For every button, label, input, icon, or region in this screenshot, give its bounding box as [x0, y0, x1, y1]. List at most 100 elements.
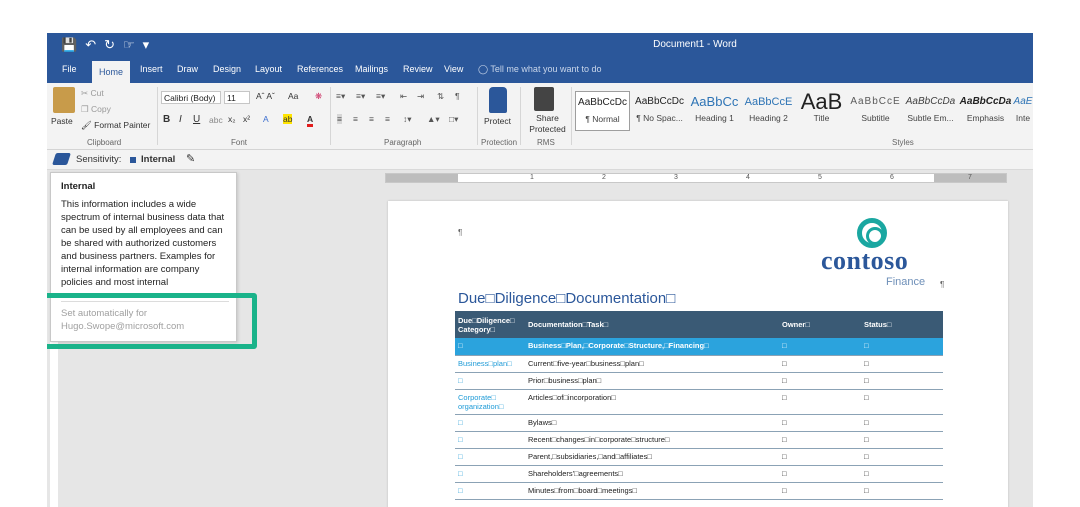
sensitivity-bar: Sensitivity: Internal ✎: [47, 150, 1033, 170]
style-intense[interactable]: AaE Inte: [1013, 91, 1033, 131]
superscript-button[interactable]: x²: [243, 114, 250, 124]
sensitivity-value[interactable]: Internal: [141, 154, 175, 165]
style-normal[interactable]: AaBbCcDc ¶ Normal: [575, 91, 630, 131]
tab-view[interactable]: View: [444, 64, 463, 74]
paste-icon[interactable]: [53, 87, 75, 113]
paragraph-mark: ¶: [940, 280, 945, 289]
tab-home[interactable]: Home: [92, 61, 131, 83]
table-row: □ Parent,□subsidiaries,□and□affiliates□ …: [455, 448, 943, 466]
strikethrough-button[interactable]: abc: [209, 115, 223, 125]
style-preview: AaE: [1013, 96, 1033, 107]
share-protected-button[interactable]: Share Protected: [525, 113, 570, 135]
copy-button[interactable]: ❐ Copy: [81, 104, 111, 115]
protect-button[interactable]: Protect: [484, 116, 511, 126]
tab-review[interactable]: Review: [403, 64, 433, 74]
line-spacing-icon[interactable]: ↕▾: [403, 114, 412, 125]
protect-lock-icon[interactable]: [489, 87, 507, 113]
cell-owner: □: [779, 482, 861, 500]
clear-formatting-icon[interactable]: ❋: [315, 91, 322, 102]
edit-label-icon[interactable]: ✎: [186, 152, 195, 165]
justify-icon[interactable]: ≡: [385, 114, 390, 124]
tab-insert[interactable]: Insert: [140, 64, 163, 74]
horizontal-ruler[interactable]: 1 2 3 4 5 6 7: [385, 173, 1007, 183]
tooltip-title: Internal: [61, 181, 96, 192]
bullets-icon[interactable]: ≡▾: [336, 91, 345, 102]
tab-layout[interactable]: Layout: [255, 64, 282, 74]
font-group-label: Font: [231, 138, 248, 147]
cell-status: □: [861, 482, 943, 500]
document-heading: Due□Diligence□Documentation□: [458, 290, 676, 307]
style-preview: AaBbCc: [690, 94, 739, 109]
paste-button[interactable]: Paste: [51, 116, 73, 126]
increase-indent-icon[interactable]: ⇥: [417, 91, 424, 102]
style-emphasis[interactable]: AaBbCcDa Emphasis: [958, 91, 1013, 131]
cell-owner: □: [779, 338, 861, 356]
shading-icon[interactable]: ▲▾: [427, 114, 440, 125]
bold-button[interactable]: B: [163, 114, 170, 125]
sort-icon[interactable]: ⇅: [437, 91, 444, 102]
cell-status: □: [861, 372, 943, 390]
numbering-icon[interactable]: ≡▾: [356, 91, 365, 102]
tab-mailings[interactable]: Mailings: [355, 64, 388, 74]
copy-label: Copy: [90, 104, 111, 114]
cell-owner: □: [779, 372, 861, 390]
divider: [520, 87, 521, 145]
borders-icon[interactable]: □▾: [449, 114, 458, 125]
cell-category: □: [455, 482, 525, 500]
cell-category: □: [455, 431, 525, 449]
tab-design[interactable]: Design: [213, 64, 241, 74]
share-protected-icon[interactable]: [534, 87, 554, 111]
style-heading-1[interactable]: AaBbCc Heading 1: [687, 91, 742, 131]
style-heading-2[interactable]: AaBbCcE Heading 2: [741, 91, 796, 131]
cell-task: Business□Plan,□Corporate□Structure,□Fina…: [525, 338, 779, 356]
italic-button[interactable]: I: [179, 114, 182, 125]
multilevel-list-icon[interactable]: ≡▾: [376, 91, 385, 102]
align-center-icon[interactable]: ≡: [353, 114, 358, 124]
style-preview: AaBbCcDa: [905, 96, 956, 107]
cut-button[interactable]: ✂ Cut: [81, 88, 104, 99]
table-row: Corporate□ organization□ Articles□of□inc…: [455, 389, 943, 415]
subscript-button[interactable]: x₂: [228, 114, 236, 124]
tab-draw[interactable]: Draw: [177, 64, 198, 74]
cell-task: Parent,□subsidiaries,□and□affiliates□: [525, 448, 779, 466]
rms-group-label: RMS: [537, 138, 555, 147]
cell-task: Bylaws□: [525, 414, 779, 432]
format-painter-button[interactable]: 🖌 Format Painter: [81, 120, 150, 131]
table-row: □ Bylaws□ □ □: [455, 414, 943, 432]
document-page[interactable]: ¶ contoso Finance ¶ Due□Diligence□Docume…: [388, 201, 1008, 507]
decrease-indent-icon[interactable]: ⇤: [400, 91, 407, 102]
change-case-button[interactable]: Aa: [288, 91, 298, 101]
align-right-icon[interactable]: ≡: [369, 114, 374, 124]
tab-references[interactable]: References: [297, 64, 343, 74]
tell-me-box[interactable]: ◯ Tell me what you want to do: [478, 64, 601, 75]
cell-category: □: [455, 372, 525, 390]
tooltip-description: This information includes a wide spectru…: [61, 199, 225, 288]
ruler-mark: 3: [674, 174, 678, 181]
paragraph-mark: ¶: [458, 228, 463, 237]
style-name: Subtitle: [861, 113, 890, 123]
grow-font-icon[interactable]: Aˆ Aˇ: [256, 91, 275, 101]
table-row: □ Shareholders'□agreements□ □ □: [455, 465, 943, 483]
show-formatting-icon[interactable]: ¶: [455, 91, 460, 101]
cell-status: □: [861, 465, 943, 483]
font-size-select[interactable]: 11: [224, 91, 250, 104]
style-name: Heading 1: [695, 113, 734, 123]
font-name-select[interactable]: Calibri (Body): [161, 91, 221, 104]
cell-owner: □: [779, 414, 861, 432]
style-subtitle[interactable]: AaBbCcE Subtitle: [848, 91, 903, 131]
cut-label: Cut: [90, 88, 104, 98]
underline-button[interactable]: U: [193, 114, 200, 125]
cell-category: Business□plan□: [455, 355, 525, 373]
align-left-icon[interactable]: ≡: [337, 114, 342, 124]
text-effects-icon[interactable]: A: [263, 114, 269, 124]
highlight-color-icon[interactable]: ab: [283, 114, 293, 124]
style-preview: AaBbCcDc: [578, 97, 627, 108]
style-title[interactable]: AaB Title: [794, 91, 849, 131]
divider: [330, 87, 331, 145]
label-color-swatch: [130, 157, 136, 163]
tab-file[interactable]: File: [62, 64, 77, 74]
style-no-spacing[interactable]: AaBbCcDc ¶ No Spac...: [632, 91, 687, 131]
left-margin: [386, 174, 458, 182]
font-color-icon[interactable]: A: [307, 114, 314, 127]
style-subtle-emphasis[interactable]: AaBbCcDa Subtle Em...: [903, 91, 958, 131]
